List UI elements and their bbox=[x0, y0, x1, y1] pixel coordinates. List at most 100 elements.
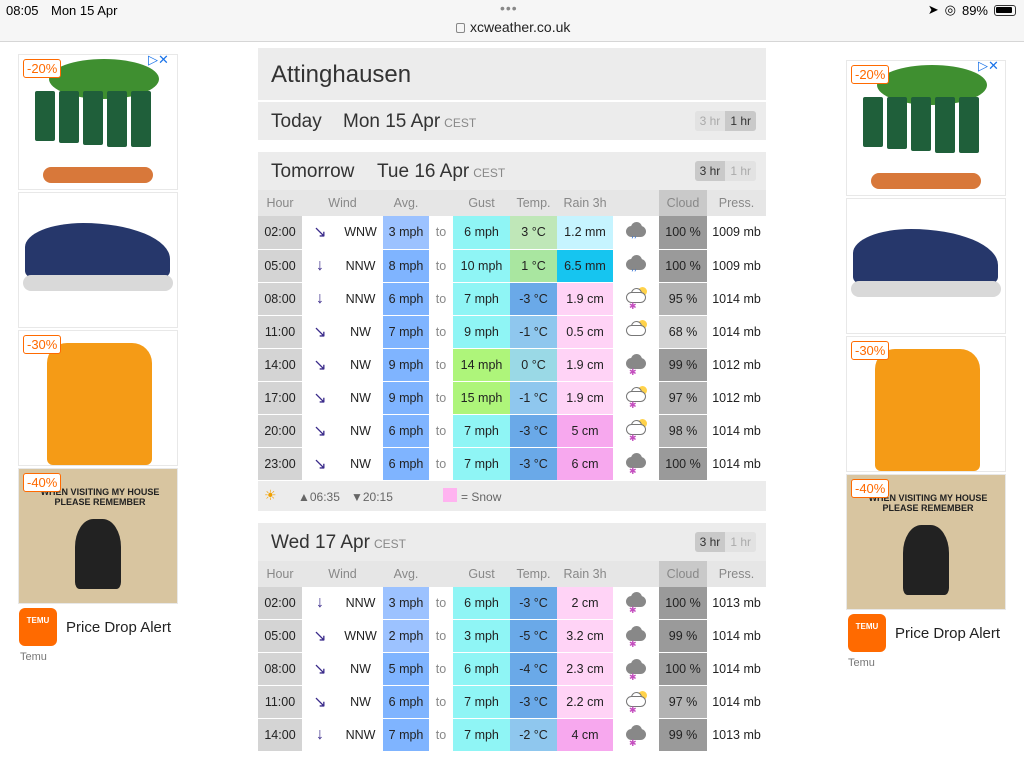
weather-icon-cell: ✱ bbox=[613, 586, 660, 620]
row-hour: 02:00 bbox=[258, 216, 302, 250]
location-title: Attinghausen bbox=[258, 48, 766, 100]
forecast-row: 05:00 ↓ NNW 8 mph to 10 mph 1 °C 6.5 mm ٬٬ 100 % 1… bbox=[258, 249, 767, 283]
battery-icon bbox=[994, 4, 1016, 16]
ad-title[interactable]: Price Drop Alert bbox=[895, 625, 1000, 642]
forecast-table-wed: Hour Wind Avg. Gust Temp. Rain 3h Cloud … bbox=[258, 560, 767, 752]
rain-3h: 4 cm bbox=[557, 718, 614, 752]
wind-direction-arrow-icon: ↘ bbox=[302, 381, 338, 415]
toggle-3hr[interactable]: 3 hr bbox=[694, 161, 726, 181]
cloud-cover: 100 % bbox=[659, 586, 708, 620]
forecast-row: 14:00 ↘ NW 9 mph to 14 mph 0 °C 1.9 cm ✱ 99 % 1012… bbox=[258, 348, 767, 382]
wind-gust: 3 mph bbox=[453, 619, 511, 653]
toggle-1hr[interactable]: 1 hr bbox=[725, 111, 756, 131]
cloud-snow-icon: ✱ bbox=[623, 452, 649, 476]
to-label: to bbox=[429, 447, 454, 481]
temperature: -4 °C bbox=[510, 652, 558, 686]
cloud-cover: 99 % bbox=[659, 718, 708, 752]
pressure: 1014 mb bbox=[707, 447, 767, 481]
temperature: -5 °C bbox=[510, 619, 558, 653]
rain-3h: 6 cm bbox=[557, 447, 614, 481]
weather-icon-cell: ✱ bbox=[613, 718, 660, 752]
sun-cloud-snow-icon: ✱ bbox=[623, 690, 649, 715]
wind-avg: 6 mph bbox=[383, 685, 430, 719]
wind-direction: NW bbox=[338, 348, 384, 382]
wind-direction: NW bbox=[338, 414, 384, 448]
rain-3h: 1.9 cm bbox=[557, 282, 614, 316]
ad-shoe[interactable] bbox=[18, 192, 178, 328]
temperature: 0 °C bbox=[510, 348, 558, 382]
interval-toggle[interactable]: 3 hr 1 hr bbox=[694, 111, 756, 131]
toggle-1hr[interactable]: 1 hr bbox=[725, 531, 756, 552]
sun-cloud-icon bbox=[623, 320, 649, 340]
toggle-3hr[interactable]: 3 hr bbox=[694, 531, 726, 552]
cloud-cover: 99 % bbox=[659, 619, 708, 653]
to-label: to bbox=[429, 348, 454, 382]
address-bar[interactable]: xcweather.co.uk bbox=[456, 19, 570, 35]
pressure: 1013 mb bbox=[707, 718, 767, 752]
day-header-tomorrow[interactable]: Tomorrow Tue 16 Apr CEST 3 hr 1 hr bbox=[258, 150, 766, 190]
to-label: to bbox=[429, 315, 454, 349]
forecast-row: 05:00 ↘ WNW 2 mph to 3 mph -5 °C 3.2 cm ✱ 99 % 101… bbox=[258, 619, 767, 653]
ad-shoe[interactable] bbox=[846, 198, 1006, 334]
wind-direction-arrow-icon: ↘ bbox=[302, 414, 338, 448]
ad-title[interactable]: Price Drop Alert bbox=[66, 619, 171, 636]
cloud-snow-icon: ✱ bbox=[623, 353, 649, 377]
ad-jacket[interactable]: -30% bbox=[846, 336, 1006, 472]
sunset-time: ▼20:15 bbox=[351, 489, 393, 504]
forecast-row: 20:00 ↘ NW 6 mph to 7 mph -3 °C 5 cm ✱ 98 % 1014 m… bbox=[258, 414, 767, 448]
more-dots-icon[interactable]: ••• bbox=[500, 0, 518, 16]
interval-toggle[interactable]: 3 hr 1 hr bbox=[694, 531, 756, 552]
forecast-row: 11:00 ↘ NW 6 mph to 7 mph -3 °C 2.2 cm ✱ 97 % 1014… bbox=[258, 685, 767, 719]
ad-jacket[interactable]: -30% bbox=[18, 330, 178, 466]
toggle-1hr[interactable]: 1 hr bbox=[725, 161, 756, 181]
adchoices-icon[interactable]: ▷✕ bbox=[148, 52, 169, 68]
wind-direction: NW bbox=[338, 381, 384, 415]
adchoices-icon[interactable]: ▷✕ bbox=[978, 58, 999, 74]
status-date: Mon 15 Apr bbox=[51, 3, 118, 18]
wind-direction: NNW bbox=[338, 718, 384, 752]
ad-cat-sign[interactable]: -40% WHEN VISITING MY HOUSE PLEASE REMEM… bbox=[18, 468, 178, 604]
temperature: -3 °C bbox=[510, 586, 558, 620]
status-icons: ➤ ◎ 89% bbox=[928, 2, 1016, 18]
temu-logo[interactable]: TEMU bbox=[19, 608, 57, 646]
col-rain: Rain 3h bbox=[557, 190, 614, 216]
rain-3h: 6.5 mm bbox=[557, 249, 614, 283]
pressure: 1014 mb bbox=[707, 282, 767, 316]
wind-avg: 6 mph bbox=[383, 414, 430, 448]
forecast-row: 23:00 ↘ NW 6 mph to 7 mph -3 °C 6 cm ✱ 100 % 1014 … bbox=[258, 447, 767, 481]
weather-icon-cell: ✱ bbox=[613, 447, 660, 481]
row-hour: 08:00 bbox=[258, 652, 302, 686]
cloud-cover: 95 % bbox=[659, 282, 708, 316]
wind-direction: NW bbox=[338, 685, 384, 719]
wind-direction: NW bbox=[338, 447, 384, 481]
jacket-image bbox=[47, 343, 152, 465]
focus-icon: ◎ bbox=[944, 2, 956, 17]
day-header-wed[interactable]: Wed 17 Apr CEST 3 hr 1 hr bbox=[258, 520, 766, 561]
toggle-3hr[interactable]: 3 hr bbox=[694, 111, 726, 131]
day-header-today[interactable]: Today Mon 15 Apr CEST 3 hr 1 hr bbox=[258, 100, 766, 140]
battery-percent: 89% bbox=[961, 2, 988, 18]
wind-avg: 6 mph bbox=[383, 282, 430, 316]
wind-direction: NNW bbox=[338, 282, 384, 316]
temperature: -3 °C bbox=[510, 685, 558, 719]
sunrise-time: ▲06:35 bbox=[298, 489, 340, 504]
sun-cloud-snow-icon: ✱ bbox=[623, 419, 649, 443]
row-hour: 11:00 bbox=[258, 315, 302, 349]
interval-toggle[interactable]: 3 hr 1 hr bbox=[694, 161, 756, 181]
rain-3h: 3.2 cm bbox=[557, 619, 614, 653]
rain-3h: 2 cm bbox=[557, 586, 614, 620]
col-avg: Avg. bbox=[383, 190, 430, 216]
ad-cat-sign[interactable]: -40% WHEN VISITING MY HOUSE PLEASE REMEM… bbox=[846, 474, 1006, 610]
wind-gust: 7 mph bbox=[453, 685, 511, 719]
wind-gust: 7 mph bbox=[453, 414, 511, 448]
snow-key-swatch bbox=[443, 487, 457, 502]
lock-icon bbox=[456, 23, 465, 33]
discount-badge: -40% bbox=[23, 473, 62, 492]
discount-badge: -40% bbox=[851, 479, 890, 498]
cloud-cover: 98 % bbox=[659, 414, 708, 448]
wind-gust: 6 mph bbox=[453, 216, 511, 250]
rain-3h: 1.9 cm bbox=[557, 348, 614, 382]
ad-planter-bags[interactable]: -20% bbox=[846, 60, 1006, 196]
temu-logo[interactable]: TEMU bbox=[848, 614, 886, 652]
ad-planter-bags[interactable]: -20% bbox=[18, 54, 178, 190]
